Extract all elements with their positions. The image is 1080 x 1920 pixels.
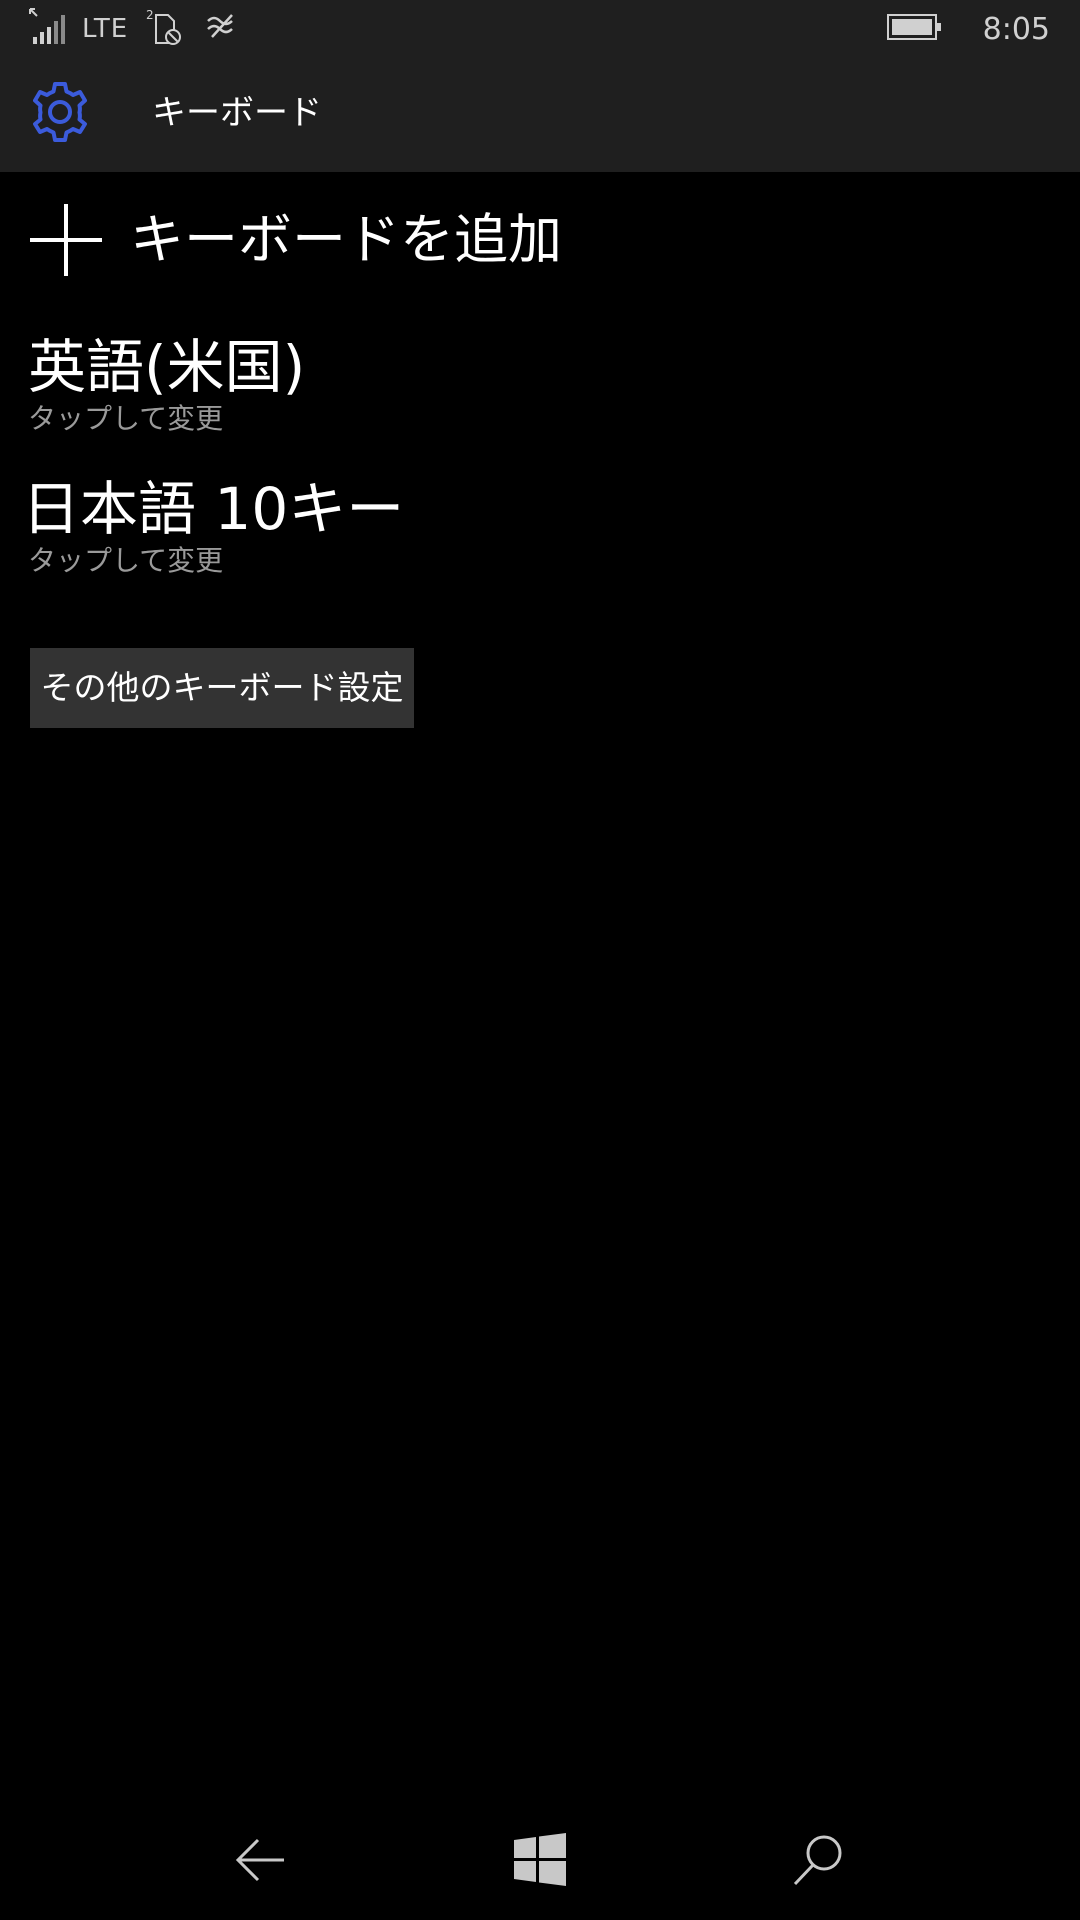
add-keyboard-label: キーボードを追加 (130, 208, 562, 271)
windows-icon[interactable] (512, 1832, 568, 1888)
keyboard-subtitle: タップして変更 (28, 544, 224, 577)
status-bar: LTE 2 8:05 (0, 0, 1080, 58)
header: キーボード (0, 58, 1080, 172)
page-title: キーボード (152, 93, 322, 133)
more-keyboard-settings-button[interactable]: その他のキーボード設定 (30, 648, 414, 728)
status-right: 8:05 (886, 6, 1050, 52)
sim-blocked-icon: 2 (146, 7, 186, 51)
keyboard-item-english-us[interactable]: 英語(米国) タップして変更 (28, 334, 1028, 436)
keyboard-name: 英語(米国) (28, 333, 306, 401)
svg-text:2: 2 (146, 8, 154, 22)
status-time: 8:05 (982, 11, 1050, 47)
keyboard-name: 日本語 10キー (22, 475, 405, 543)
battery-icon (886, 12, 943, 46)
gear-icon (28, 80, 92, 144)
keyboard-subtitle: タップして変更 (28, 402, 224, 435)
keyboard-item-japanese-10key[interactable]: 日本語 10キー タップして変更 (22, 476, 1022, 578)
navigation-bar (0, 1800, 1080, 1920)
wifi-calling-icon (202, 7, 242, 51)
signal-icon (28, 7, 68, 51)
add-keyboard-button[interactable]: キーボードを追加 (28, 200, 562, 280)
search-icon[interactable] (790, 1832, 846, 1888)
back-icon[interactable] (232, 1832, 288, 1888)
plus-icon (28, 202, 104, 278)
network-type: LTE (82, 14, 129, 44)
status-left: LTE 2 (28, 6, 242, 52)
